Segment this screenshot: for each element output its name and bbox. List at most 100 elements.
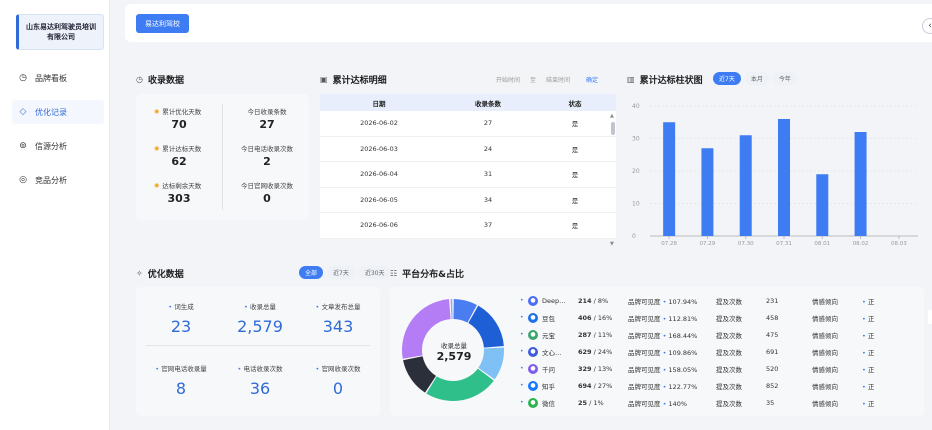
- nav-label: 品牌看板: [35, 73, 67, 83]
- table-cell: 34: [483, 195, 493, 204]
- dashboard-icon: ◷: [19, 73, 27, 83]
- y-tick-label: 40: [632, 103, 640, 110]
- platform-row: • ● 千问 329 / 13% 品牌可见度 • 158.05% 提及次数 520 情感倾向 • 正: [520, 361, 920, 376]
- date-range-box[interactable]: 开始时间 至 结束时间: [490, 73, 577, 86]
- stat-value: 0: [263, 192, 271, 205]
- platform-name: 豆包: [542, 314, 555, 323]
- school-tab-button[interactable]: 易达利驾校: [136, 14, 189, 33]
- pill-year[interactable]: 今年: [772, 72, 797, 85]
- nav-brand-dashboard[interactable]: ◷ 品牌看板: [12, 66, 104, 90]
- platform-mentions: 35: [766, 398, 775, 407]
- platform-sentiment: • 正: [862, 348, 875, 357]
- bullet: •: [520, 297, 524, 304]
- opt-value: 0: [332, 379, 344, 398]
- y-tick-label: 30: [632, 136, 640, 143]
- platform-name: 文心…: [542, 348, 562, 357]
- bar-07.28[interactable]: [663, 122, 676, 236]
- table-row: 2026-06-06 37 是: [320, 213, 616, 239]
- platform-sentiment: • 正: [862, 365, 875, 374]
- y-tick-label: 20: [632, 168, 640, 175]
- date-range: 开始时间 至 结束时间 确定: [490, 73, 598, 86]
- wechat-icon: ●: [528, 397, 538, 408]
- platform-mentions-label: 提及次数: [716, 399, 742, 408]
- pill-7days[interactable]: 近7天: [713, 72, 741, 85]
- platform-mentions: 520: [766, 364, 779, 373]
- bar-08.02[interactable]: [854, 132, 867, 236]
- qianwen-icon: ●: [528, 363, 538, 374]
- x-tick-label: 07.29: [700, 241, 716, 247]
- platform-count: 25 / 1%: [578, 398, 604, 407]
- donut-slice-7[interactable]: [450, 299, 453, 320]
- bullet: •: [520, 331, 524, 338]
- opt-label: • 官网收录次数: [315, 365, 361, 373]
- bar-07.30[interactable]: [739, 135, 752, 236]
- opt-label: • 电话收录次数: [237, 365, 283, 373]
- opt-label: • 词生成: [168, 303, 194, 311]
- y-tick-label: 0: [632, 233, 636, 240]
- nav-competitor-analysis[interactable]: ◎ 竞品分析: [12, 168, 104, 192]
- table-cell: 2026-06-04: [360, 170, 398, 179]
- bullet: •: [520, 348, 524, 355]
- table-cell: 是: [571, 120, 579, 129]
- stat-value: 2: [263, 155, 271, 168]
- donut-slice-4[interactable]: [426, 368, 494, 401]
- table-scrollbar[interactable]: ▲ ▼: [610, 113, 615, 247]
- date-confirm-button[interactable]: 确定: [586, 75, 598, 84]
- platform-visibility: 品牌可见度 • 109.86%: [628, 348, 698, 357]
- doubao-icon: ●: [528, 312, 538, 323]
- table-cell: 27: [483, 119, 493, 128]
- divider: [222, 104, 223, 210]
- x-tick-label: 08.01: [814, 241, 830, 247]
- platform-mentions: 852: [766, 381, 779, 390]
- platform-count: 629 / 24%: [578, 347, 613, 356]
- opt-label: • 文章发布总量: [315, 303, 361, 311]
- pill-7days[interactable]: 近7天: [327, 266, 355, 279]
- table-cell: 是: [571, 222, 579, 231]
- edge-handle[interactable]: [928, 310, 932, 324]
- date-start-input[interactable]: 开始时间: [496, 75, 520, 84]
- nav-source-analysis[interactable]: ⊚ 信源分析: [12, 134, 104, 158]
- stat-value: 62: [171, 155, 187, 168]
- pill-30days[interactable]: 近30天: [358, 266, 391, 279]
- table-cell: 2026-06-02: [360, 119, 398, 128]
- platform-sentiment: • 正: [862, 314, 875, 323]
- platform-name: 元宝: [542, 331, 555, 340]
- date-end-input[interactable]: 结束时间: [546, 75, 570, 84]
- x-tick-label: 07.31: [776, 241, 792, 247]
- platform-name: 千问: [542, 365, 555, 374]
- target-icon: ◎: [19, 175, 27, 185]
- bullet: •: [520, 314, 524, 321]
- platform-mentions-label: 提及次数: [716, 297, 742, 306]
- opt-value: 36: [249, 379, 271, 398]
- bar-07.29[interactable]: [701, 148, 714, 236]
- bullet: •: [520, 382, 524, 389]
- bar-range-pills: 近7天 本月 今年: [713, 72, 801, 85]
- donut-center-label: 收录总量: [441, 342, 467, 350]
- table-cell: 是: [571, 196, 579, 205]
- scroll-down-icon[interactable]: ▼: [610, 241, 614, 247]
- collapse-icon[interactable]: ‹: [922, 18, 932, 34]
- opt-label: • 官网电话收录量: [155, 365, 207, 373]
- bar-08.01[interactable]: [816, 174, 829, 236]
- stat-value: 70: [171, 118, 187, 131]
- bar-07.31[interactable]: [778, 119, 790, 236]
- platform-visibility: 品牌可见度 • 140%: [628, 399, 688, 408]
- platform-sentiment: • 正: [862, 399, 875, 408]
- pill-all[interactable]: 全部: [299, 266, 324, 279]
- table-header-cell: 日期: [372, 99, 386, 108]
- platform-mentions: 458: [766, 313, 779, 322]
- table-cell: 是: [571, 145, 579, 154]
- nav-optimize-records[interactable]: ◇ 优化记录: [12, 100, 104, 124]
- pill-month[interactable]: 本月: [744, 72, 769, 85]
- opt-value: 2,579: [237, 317, 283, 336]
- platform-count: 329 / 13%: [578, 364, 613, 373]
- opt-label: • 收录总量: [244, 303, 276, 311]
- table-row: 2026-06-03 24 是: [320, 136, 616, 162]
- platform-visibility: 品牌可见度 • 168.44%: [628, 331, 698, 340]
- scroll-up-icon[interactable]: ▲: [610, 113, 614, 119]
- scroll-thumb[interactable]: [611, 122, 615, 135]
- platform-row: • ● 豆包 406 / 16% 品牌可见度 • 112.81% 提及次数 458 情感倾向 • 正: [520, 310, 920, 325]
- collect-title: ◷ 收录数据: [136, 75, 184, 86]
- platform-mentions-label: 提及次数: [716, 331, 742, 340]
- nav-label: 信源分析: [35, 141, 67, 151]
